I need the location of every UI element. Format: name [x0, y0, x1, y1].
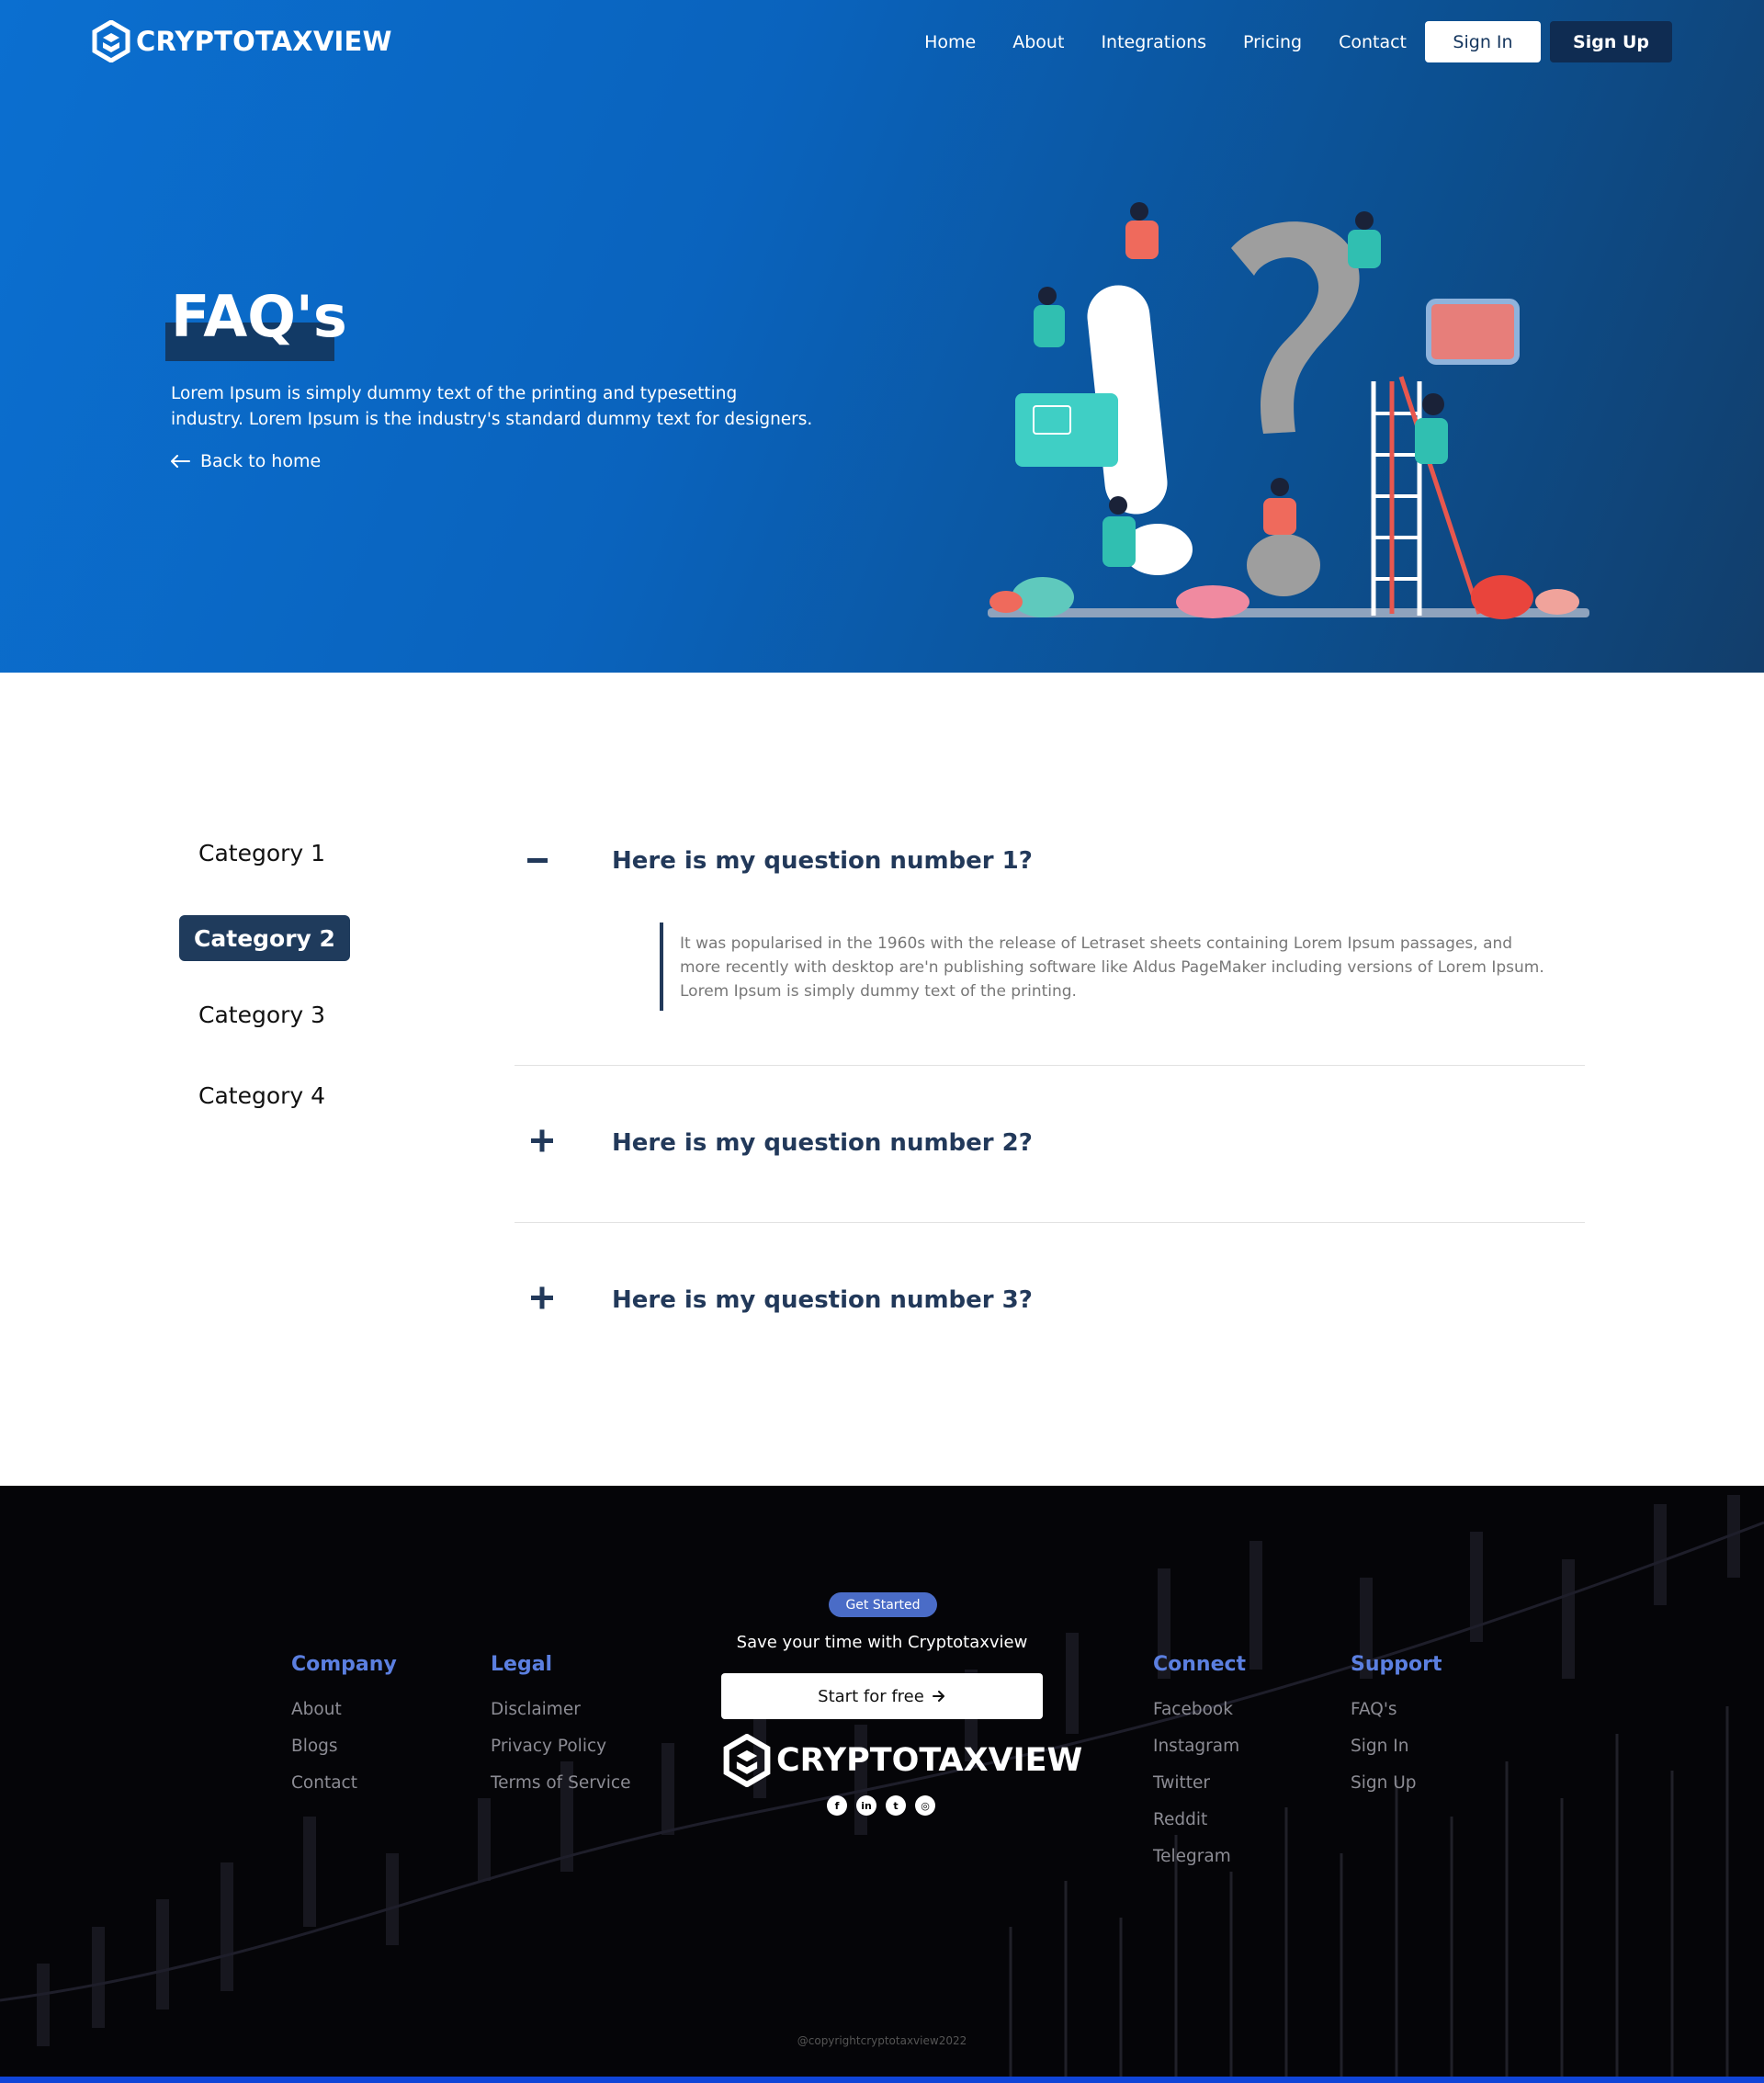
- nav-link-pricing[interactable]: Pricing: [1243, 32, 1302, 52]
- footer-link-disclaimer[interactable]: Disclaimer: [491, 1696, 630, 1733]
- page-title: FAQ's: [171, 283, 347, 350]
- hero-description: Lorem Ipsum is simply dummy text of the …: [171, 384, 813, 429]
- category-4-tab[interactable]: Category 4: [198, 1082, 325, 1109]
- footer-legal-column: Legal Disclaimer Privacy Policy Terms of…: [491, 1653, 630, 1806]
- footer-support-column: Support FAQ's Sign In Sign Up: [1351, 1653, 1442, 1806]
- footer-link-twitter[interactable]: Twitter: [1153, 1770, 1246, 1806]
- question-2-title[interactable]: Here is my question number 2?: [612, 1129, 1033, 1157]
- answer-accent-bar: [660, 923, 663, 1011]
- twitter-icon[interactable]: t: [886, 1795, 906, 1816]
- footer-brand-name: CRYPTOTAXVIEW: [776, 1742, 1083, 1779]
- category-2-tab[interactable]: Category 2: [179, 915, 350, 961]
- nav-link-about[interactable]: About: [1012, 32, 1064, 52]
- logo-icon: [92, 20, 130, 62]
- footer-link-terms-of-service[interactable]: Terms of Service: [491, 1770, 630, 1806]
- plus-icon[interactable]: [524, 1280, 560, 1317]
- question-3-title[interactable]: Here is my question number 3?: [612, 1286, 1033, 1314]
- back-link-label: Back to home: [200, 451, 322, 471]
- footer-company-heading: Company: [291, 1653, 397, 1676]
- brand-name: CRYPTOTAXVIEW: [136, 26, 392, 57]
- category-1-tab[interactable]: Category 1: [198, 840, 325, 866]
- footer-legal-heading: Legal: [491, 1653, 553, 1676]
- nav-links: Home About Integrations Pricing Contact …: [924, 21, 1672, 62]
- footer-link-privacy-policy[interactable]: Privacy Policy: [491, 1733, 630, 1770]
- footer-link-contact[interactable]: Contact: [291, 1770, 397, 1806]
- question-1-answer: It was popularised in the 1960s with the…: [680, 934, 1544, 1001]
- nav-link-integrations[interactable]: Integrations: [1101, 32, 1206, 52]
- arrow-left-icon: [171, 455, 190, 468]
- instagram-icon[interactable]: ◎: [915, 1795, 935, 1816]
- arrow-right-icon: [932, 1691, 944, 1702]
- footer-link-instagram[interactable]: Instagram: [1153, 1733, 1246, 1770]
- footer-company-column: Company About Blogs Contact: [291, 1653, 397, 1806]
- footer-connect-heading: Connect: [1153, 1653, 1247, 1676]
- sign-in-button[interactable]: Sign In: [1425, 21, 1541, 62]
- copyright-text: @copyrightcryptotaxview2022: [797, 2034, 967, 2047]
- footer-link-facebook[interactable]: Facebook: [1153, 1696, 1246, 1733]
- faq-section: Category 1 Category 2 Category 3 Categor…: [0, 673, 1764, 1486]
- start-for-free-button[interactable]: Start for free: [721, 1673, 1043, 1719]
- footer: Company About Blogs Contact Legal Discla…: [0, 1486, 1764, 2083]
- brand-logo[interactable]: CRYPTOTAXVIEW: [92, 20, 392, 62]
- footer-connect-column: Connect Facebook Instagram Twitter Reddi…: [1153, 1653, 1246, 1880]
- social-links: f in t ◎: [827, 1795, 935, 1816]
- footer-link-reddit[interactable]: Reddit: [1153, 1806, 1246, 1843]
- footer-link-blogs[interactable]: Blogs: [291, 1733, 397, 1770]
- facebook-icon[interactable]: f: [827, 1795, 847, 1816]
- faq-illustration: [988, 202, 1589, 619]
- question-1-title[interactable]: Here is my question number 1?: [612, 847, 1033, 875]
- start-for-free-label: Start for free: [818, 1686, 924, 1706]
- nav-link-home[interactable]: Home: [924, 32, 976, 52]
- faq-divider: [514, 1222, 1585, 1223]
- back-to-home-link[interactable]: Back to home: [169, 451, 321, 471]
- linkedin-icon[interactable]: in: [856, 1795, 876, 1816]
- get-started-badge: Get Started: [829, 1592, 937, 1617]
- nav-link-contact[interactable]: Contact: [1339, 32, 1407, 52]
- top-navigation: CRYPTOTAXVIEW Home About Integrations Pr…: [0, 0, 1764, 83]
- footer-link-about[interactable]: About: [291, 1696, 397, 1733]
- footer-tagline: Save your time with Cryptotaxview: [736, 1633, 1028, 1652]
- footer-link-sign-in[interactable]: Sign In: [1351, 1733, 1442, 1770]
- footer-support-heading: Support: [1351, 1653, 1442, 1676]
- footer-link-telegram[interactable]: Telegram: [1153, 1843, 1246, 1880]
- bottom-accent-bar: [0, 2077, 1764, 2083]
- sign-up-button[interactable]: Sign Up: [1550, 21, 1672, 62]
- footer-link-faqs[interactable]: FAQ's: [1351, 1696, 1442, 1733]
- footer-logo[interactable]: CRYPTOTAXVIEW: [723, 1734, 1082, 1787]
- category-3-tab[interactable]: Category 3: [198, 1002, 325, 1028]
- plus-icon[interactable]: [524, 1123, 560, 1160]
- hero-title-block: FAQ's: [165, 280, 347, 361]
- faq-divider: [514, 1065, 1585, 1066]
- footer-link-sign-up[interactable]: Sign Up: [1351, 1770, 1442, 1806]
- minus-icon[interactable]: [519, 842, 556, 878]
- hero-section: CRYPTOTAXVIEW Home About Integrations Pr…: [0, 0, 1764, 673]
- logo-icon: [723, 1734, 771, 1787]
